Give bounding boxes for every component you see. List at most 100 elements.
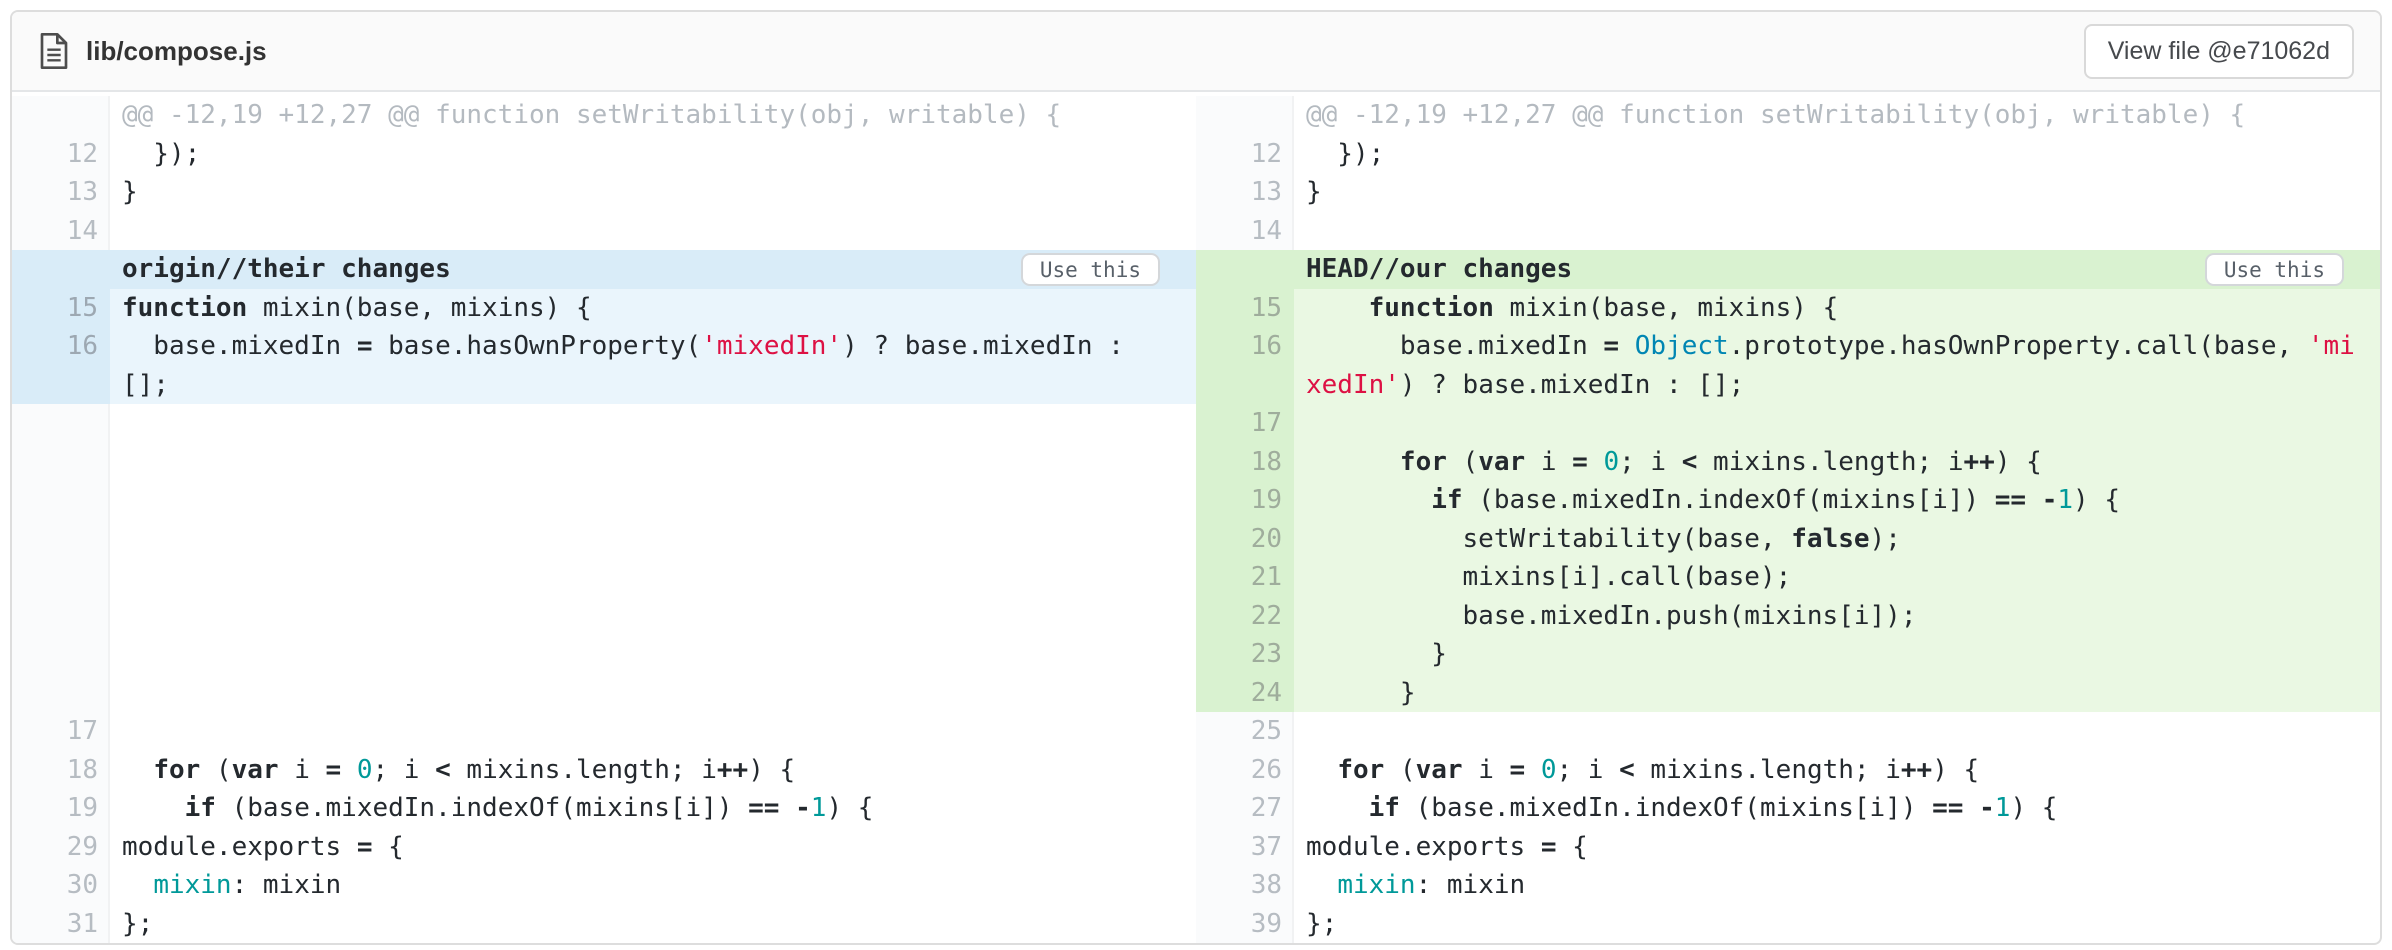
diff-row: 26 for (var i = 0; i < mixins.length; i+… [1196, 751, 2380, 790]
code-line: mixins[i].call(base); [1294, 558, 2380, 597]
line-number: 27 [1196, 789, 1294, 828]
code-line: for (var i = 0; i < mixins.length; i++) … [1294, 443, 2380, 482]
code-line: if (base.mixedIn.indexOf(mixins[i]) == -… [1294, 789, 2380, 828]
diff-row: 16 base.mixedIn = Object.prototype.hasOw… [1196, 327, 2380, 366]
code-line: []; [110, 366, 1196, 405]
line-number: 18 [1196, 443, 1294, 482]
line-number: 13 [12, 173, 110, 212]
code-line: xedIn') ? base.mixedIn : []; [1294, 366, 2380, 405]
code-line: HEAD//our changes Use this [1294, 250, 2380, 289]
hunk-header: @@ -12,19 +12,27 @@ function setWritabil… [1294, 96, 2380, 135]
diff-row: @@ -12,19 +12,27 @@ function setWritabil… [1196, 96, 2380, 135]
diff-pane-left: @@ -12,19 +12,27 @@ function setWritabil… [12, 96, 1196, 943]
code-line: } [1294, 173, 2380, 212]
diff-row: 38 mixin: mixin [1196, 866, 2380, 905]
line-number: 16 [1196, 327, 1294, 366]
code-line: base.mixedIn.push(mixins[i]); [1294, 597, 2380, 636]
code-line: }); [110, 135, 1196, 174]
line-number [12, 404, 110, 712]
code-line [110, 712, 1196, 751]
file-icon [38, 32, 70, 70]
diff-row: 29module.exports = { [12, 828, 1196, 867]
line-number [1196, 96, 1294, 135]
diff-row: 19 if (base.mixedIn.indexOf(mixins[i]) =… [1196, 481, 2380, 520]
code-line: base.mixedIn = Object.prototype.hasOwnPr… [1294, 327, 2380, 366]
file-name: lib/compose.js [86, 36, 267, 67]
line-number: 15 [1196, 289, 1294, 328]
file-diff-card: lib/compose.js View file @e71062d @@ -12… [10, 10, 2382, 945]
diff-row: 20 setWritability(base, false); [1196, 520, 2380, 559]
line-number: 37 [1196, 828, 1294, 867]
diff-row: 17 [1196, 404, 2380, 443]
line-number: 26 [1196, 751, 1294, 790]
line-number: 17 [1196, 404, 1294, 443]
diff-row: 18 for (var i = 0; i < mixins.length; i+… [1196, 443, 2380, 482]
line-number: 25 [1196, 712, 1294, 751]
code-line: if (base.mixedIn.indexOf(mixins[i]) == -… [1294, 481, 2380, 520]
diff-row: 18 for (var i = 0; i < mixins.length; i+… [12, 751, 1196, 790]
code-line: } [110, 173, 1196, 212]
line-number [1196, 250, 1294, 289]
line-number [12, 250, 110, 289]
line-number: 12 [1196, 135, 1294, 174]
diff-row: 19 if (base.mixedIn.indexOf(mixins[i]) =… [12, 789, 1196, 828]
code-line: base.mixedIn = base.hasOwnProperty('mixe… [110, 327, 1196, 366]
diff-row: 25 [1196, 712, 2380, 751]
code-line: module.exports = { [1294, 828, 2380, 867]
line-number: 18 [12, 751, 110, 790]
use-this-button-left[interactable]: Use this [1021, 253, 1160, 286]
code-line: function mixin(base, mixins) { [1294, 289, 2380, 328]
code-line: function mixin(base, mixins) { [110, 289, 1196, 328]
diff-row: 24 } [1196, 674, 2380, 713]
line-number: 31 [12, 905, 110, 944]
diff-row: 12 }); [1196, 135, 2380, 174]
diff-row: 15function mixin(base, mixins) { [12, 289, 1196, 328]
line-number: 15 [12, 289, 110, 328]
diff-row: 12 }); [12, 135, 1196, 174]
line-number: 12 [12, 135, 110, 174]
diff-row: []; [12, 366, 1196, 405]
diff-row: 27 if (base.mixedIn.indexOf(mixins[i]) =… [1196, 789, 2380, 828]
line-number: 39 [1196, 905, 1294, 944]
diff-row [12, 404, 1196, 712]
split-diff: @@ -12,19 +12,27 @@ function setWritabil… [12, 92, 2380, 943]
line-number: 14 [12, 212, 110, 251]
diff-row: 14 [1196, 212, 2380, 251]
diff-row: 15 function mixin(base, mixins) { [1196, 289, 2380, 328]
line-number: 38 [1196, 866, 1294, 905]
code-line: }; [110, 905, 1196, 944]
diff-row: 22 base.mixedIn.push(mixins[i]); [1196, 597, 2380, 636]
conflict-label: origin//their changes [122, 254, 451, 284]
diff-row: 30 mixin: mixin [12, 866, 1196, 905]
diff-row: xedIn') ? base.mixedIn : []; [1196, 366, 2380, 405]
view-file-button[interactable]: View file @e71062d [2084, 24, 2354, 79]
code-line: setWritability(base, false); [1294, 520, 2380, 559]
line-number: 16 [12, 327, 110, 366]
file-header: lib/compose.js View file @e71062d [12, 12, 2380, 92]
diff-pane-right: @@ -12,19 +12,27 @@ function setWritabil… [1196, 96, 2380, 943]
line-number: 23 [1196, 635, 1294, 674]
code-line: for (var i = 0; i < mixins.length; i++) … [1294, 751, 2380, 790]
code-line: mixin: mixin [110, 866, 1196, 905]
use-this-button-right[interactable]: Use this [2205, 253, 2344, 286]
line-number [12, 366, 110, 405]
code-line [110, 404, 1196, 712]
line-number: 30 [12, 866, 110, 905]
code-line: origin//their changes Use this [110, 250, 1196, 289]
code-line: module.exports = { [110, 828, 1196, 867]
code-line: }); [1294, 135, 2380, 174]
diff-row: 13} [12, 173, 1196, 212]
code-line: }; [1294, 905, 2380, 944]
code-line [110, 212, 1196, 251]
conflict-header-row: HEAD//our changes Use this [1196, 250, 2380, 289]
line-number: 29 [12, 828, 110, 867]
diff-row: 16 base.mixedIn = base.hasOwnProperty('m… [12, 327, 1196, 366]
conflict-label: HEAD//our changes [1306, 254, 1572, 284]
code-line: for (var i = 0; i < mixins.length; i++) … [110, 751, 1196, 790]
code-line [1294, 712, 2380, 751]
line-number: 22 [1196, 597, 1294, 636]
code-line: if (base.mixedIn.indexOf(mixins[i]) == -… [110, 789, 1196, 828]
diff-row: 21 mixins[i].call(base); [1196, 558, 2380, 597]
line-number: 21 [1196, 558, 1294, 597]
code-line [1294, 404, 2380, 443]
